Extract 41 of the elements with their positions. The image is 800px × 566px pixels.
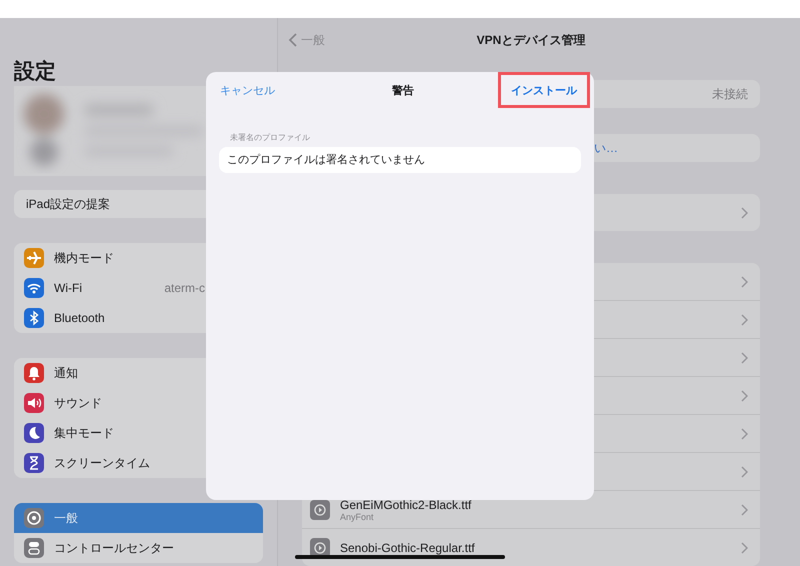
chevron-right-icon xyxy=(741,542,748,554)
sidebar-item[interactable]: コントロールセンター xyxy=(14,533,263,563)
item-label: 機内モード xyxy=(54,250,114,266)
profile-icon xyxy=(310,500,330,520)
chevron-right-icon xyxy=(741,206,748,218)
chevron-right-icon xyxy=(741,314,748,326)
chevron-right-icon xyxy=(741,352,748,364)
item-label: Wi-Fi xyxy=(54,281,82,295)
chevron-right-icon xyxy=(741,466,748,478)
chevron-right-icon xyxy=(741,276,748,288)
install-button[interactable]: インストール xyxy=(498,72,590,108)
item-label: 通知 xyxy=(54,364,78,382)
sidebar-item[interactable]: サウンド xyxy=(14,388,263,418)
sidebar-item[interactable]: スクリーンタイム xyxy=(14,448,263,478)
sidebar-item[interactable]: Wi-Fi aterm-c xyxy=(14,273,263,303)
message-cell: このプロファイルは署名されていません xyxy=(219,147,581,173)
item-label: サウンド xyxy=(54,394,102,412)
sidebar-item[interactable]: 機内モード xyxy=(14,243,263,273)
sidebar-item[interactable]: 集中モード xyxy=(14,418,263,448)
item-value: aterm-c xyxy=(164,281,206,295)
chevron-right-icon xyxy=(741,428,748,440)
profile-source: AnyFont xyxy=(340,512,375,522)
item-label: 一般 xyxy=(54,510,78,526)
profile-name: Senobi-Gothic-Regular.ttf xyxy=(340,540,475,554)
vpn-status: 未接続 xyxy=(712,86,748,102)
chevron-right-icon xyxy=(741,390,748,402)
page-title: VPNとデバイス管理 xyxy=(476,32,586,48)
profile-icon xyxy=(310,538,330,558)
dialog-title: 警告 xyxy=(392,84,414,98)
item-label: 集中モード xyxy=(54,424,114,442)
item-label: コントロールセンター xyxy=(54,540,174,556)
item-label: スクリーンタイム xyxy=(54,454,150,472)
chevron-left-icon xyxy=(288,33,297,47)
sidebar-item[interactable]: 一般 xyxy=(14,503,263,533)
profile-name: GenEiMGothic2-Black.ttf xyxy=(340,498,472,512)
section-label: 未署名のプロファイル xyxy=(230,132,311,143)
sidebar-item[interactable]: Bluetooth xyxy=(14,303,263,333)
sidebar-item[interactable]: 通知 xyxy=(14,358,263,388)
chevron-right-icon xyxy=(741,504,748,516)
settings-title: 設定 xyxy=(14,58,57,85)
item-label: Bluetooth xyxy=(54,311,105,325)
